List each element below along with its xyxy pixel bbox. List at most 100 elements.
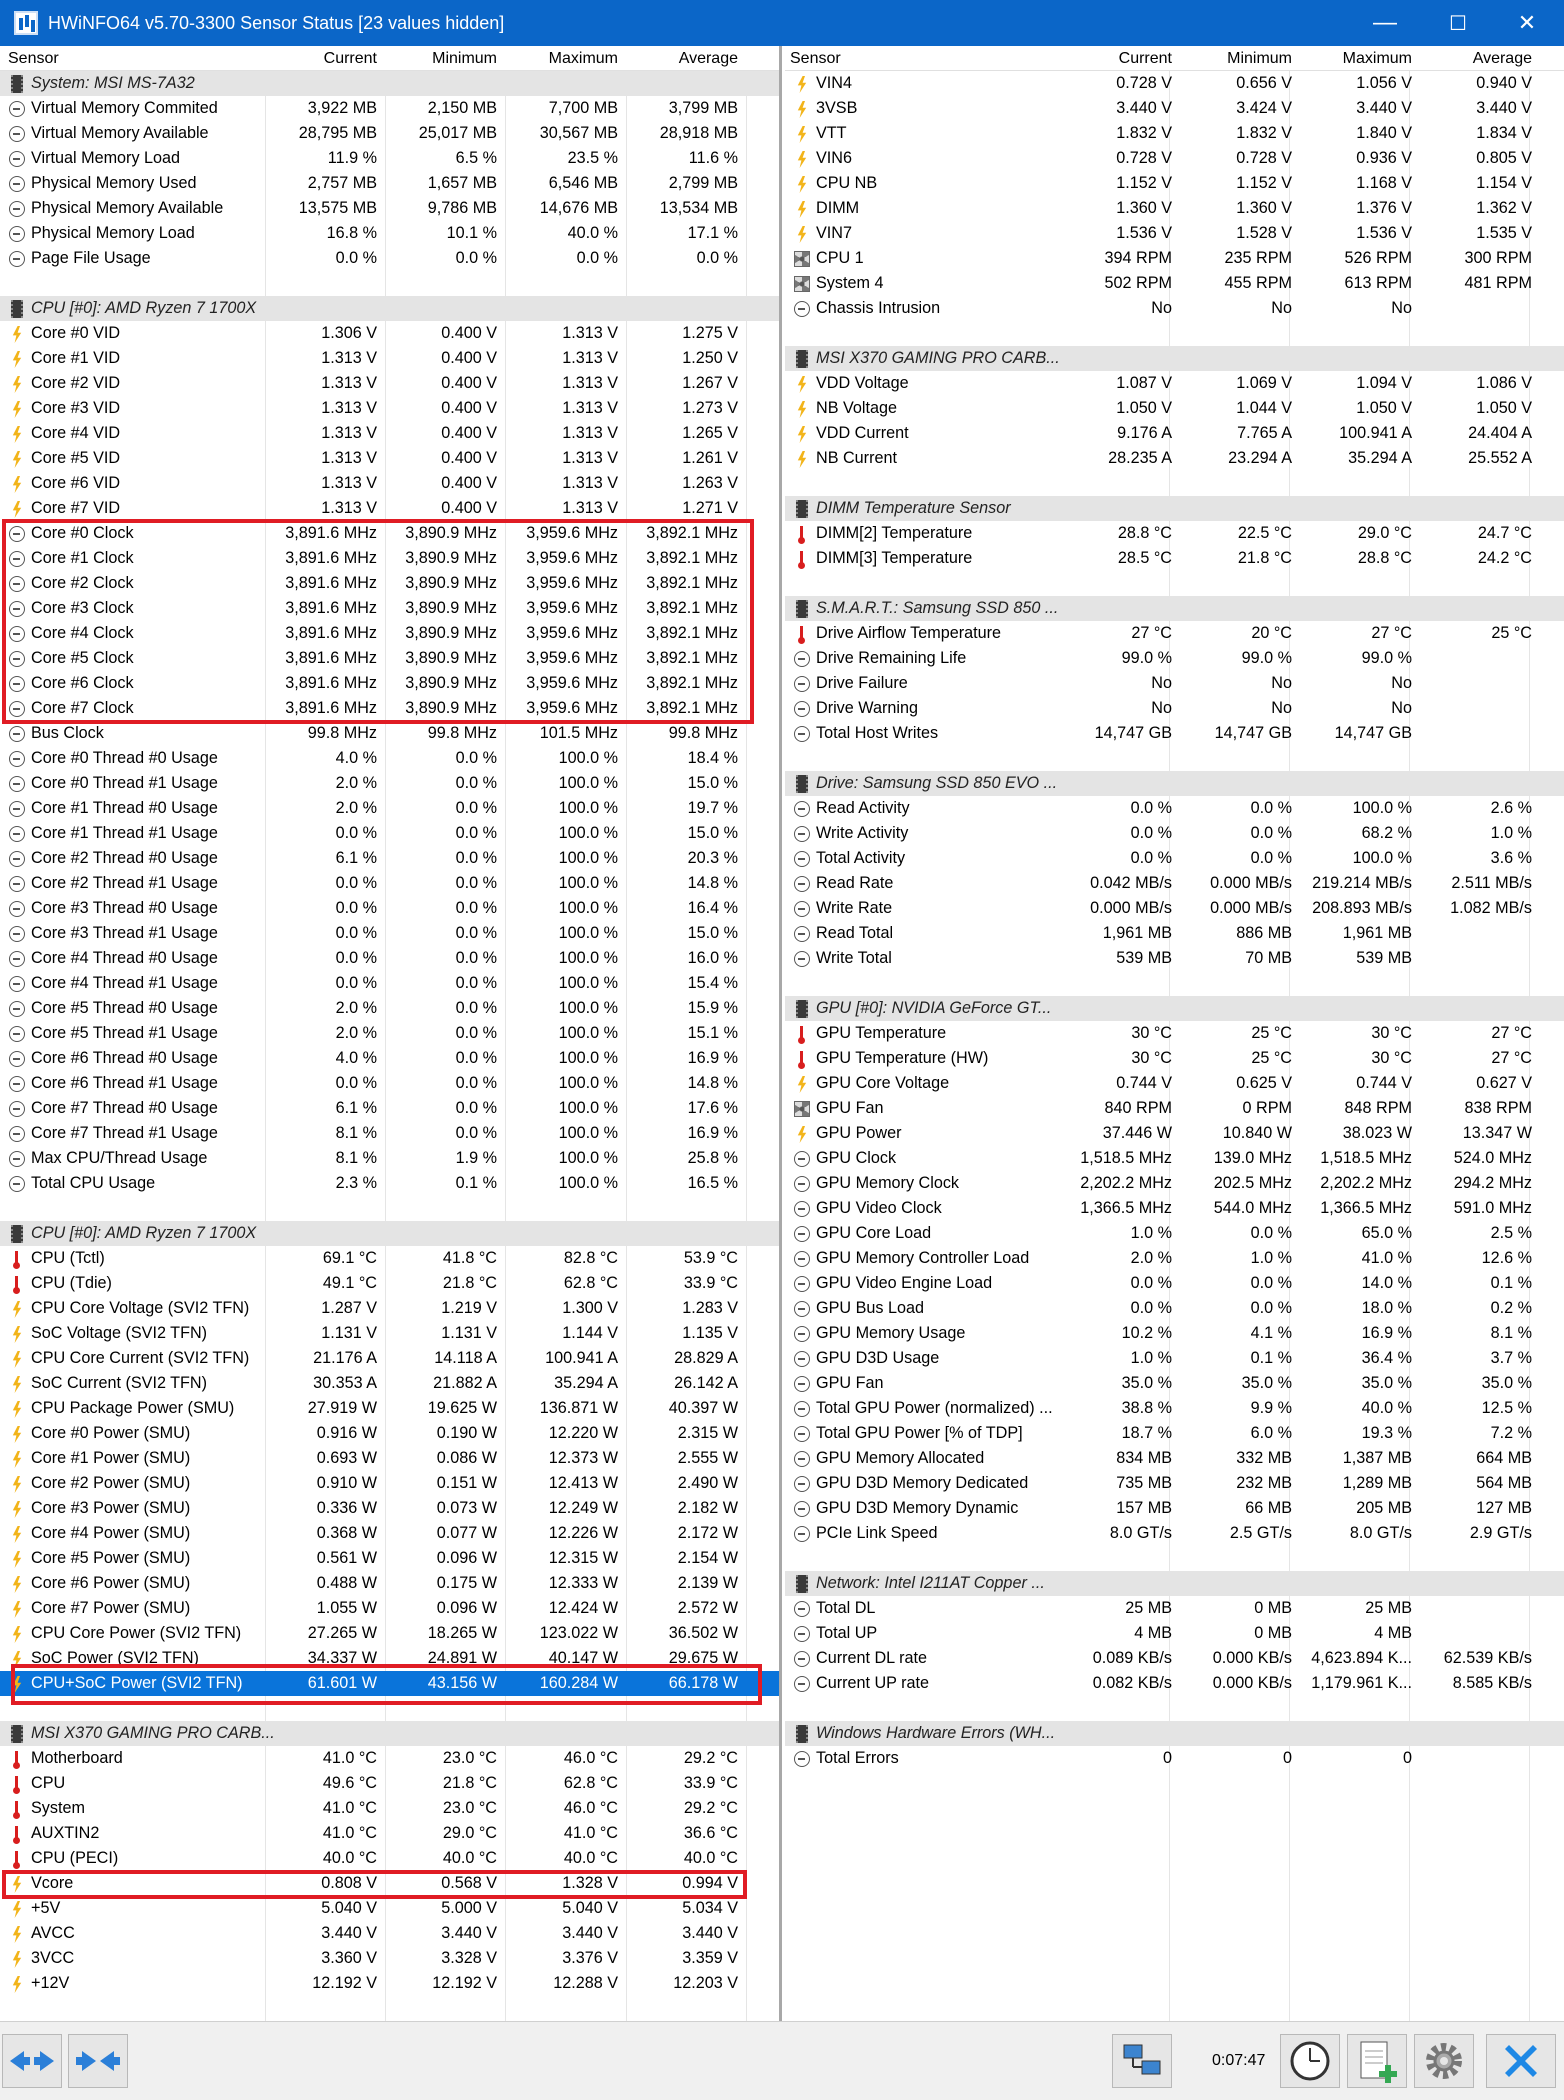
sensor-row[interactable]: Write Activity 0.0 % 0.0 % 68.2 % 1.0 %: [785, 821, 1564, 846]
sensor-row[interactable]: Core #3 VID 1.313 V 0.400 V 1.313 V 1.273 V: [0, 396, 779, 421]
network-button[interactable]: [1112, 2034, 1172, 2088]
sensor-row[interactable]: Total GPU Power [% of TDP] 18.7 % 6.0 % 19.…: [785, 1421, 1564, 1446]
sensor-row[interactable]: Drive Remaining Life 99.0 % 99.0 % 99.0 %: [785, 646, 1564, 671]
sensor-group-header[interactable]: System: MSI MS-7A32: [0, 71, 779, 96]
collapse-arrows-button[interactable]: [2, 2034, 62, 2088]
sensor-group-header[interactable]: CPU [#0]: AMD Ryzen 7 1700X: [0, 296, 779, 321]
sensor-row[interactable]: Core #6 VID 1.313 V 0.400 V 1.313 V 1.263 V: [0, 471, 779, 496]
sensor-row[interactable]: DIMM 1.360 V 1.360 V 1.376 V 1.362 V: [785, 196, 1564, 221]
sensor-group-header[interactable]: Drive: Samsung SSD 850 EVO ...: [785, 771, 1564, 796]
sensor-row[interactable]: PCIe Link Speed 8.0 GT/s 2.5 GT/s 8.0 GT/s 2…: [785, 1521, 1564, 1546]
sensor-row[interactable]: Core #1 Power (SMU) 0.693 W 0.086 W 12.373 …: [0, 1446, 779, 1471]
header-average[interactable]: Average: [1473, 50, 1532, 68]
sensor-row[interactable]: Chassis Intrusion No No No: [785, 296, 1564, 321]
column-header[interactable]: Sensor Current Minimum Maximum Average: [0, 46, 779, 71]
sensor-row[interactable]: VIN6 0.728 V 0.728 V 0.936 V 0.805 V: [785, 146, 1564, 171]
sensor-row[interactable]: GPU Temperature (HW) 30 °C 25 °C 30 °C 27 °C: [785, 1046, 1564, 1071]
close-sensors-button[interactable]: [1486, 2034, 1556, 2088]
column-header[interactable]: Sensor Current Minimum Maximum Average: [785, 46, 1564, 71]
sensor-row[interactable]: Virtual Memory Available 28,795 MB 25,017 …: [0, 121, 779, 146]
sensor-row[interactable]: +12V 12.192 V 12.192 V 12.288 V 12.203 V: [0, 1971, 779, 1996]
sensor-row[interactable]: Core #7 VID 1.313 V 0.400 V 1.313 V 1.271 V: [0, 496, 779, 521]
sensor-row[interactable]: Read Rate 0.042 MB/s 0.000 MB/s 219.214 MB/…: [785, 871, 1564, 896]
sensor-row[interactable]: GPU Memory Controller Load 2.0 % 1.0 % 41.0…: [785, 1246, 1564, 1271]
sensor-row[interactable]: NB Current 28.235 A 23.294 A 35.294 A 25.552…: [785, 446, 1564, 471]
sensor-row[interactable]: Core #2 Thread #1 Usage 0.0 % 0.0 % 100.0 %…: [0, 871, 779, 896]
logging-button[interactable]: [1347, 2034, 1407, 2088]
sensor-row[interactable]: VDD Voltage 1.087 V 1.069 V 1.094 V 1.086 V: [785, 371, 1564, 396]
sensor-group-header[interactable]: GPU [#0]: NVIDIA GeForce GT...: [785, 996, 1564, 1021]
sensor-row[interactable]: 3VSB 3.440 V 3.424 V 3.440 V 3.440 V: [785, 96, 1564, 121]
sensor-row[interactable]: System 41.0 °C 23.0 °C 46.0 °C 29.2 °C: [0, 1796, 779, 1821]
sensor-row[interactable]: Page File Usage 0.0 % 0.0 % 0.0 % 0.0 %: [0, 246, 779, 271]
sensor-row[interactable]: GPU Clock 1,518.5 MHz 139.0 MHz 1,518.5 MHz…: [785, 1146, 1564, 1171]
sensor-row[interactable]: Core #6 Thread #1 Usage 0.0 % 0.0 % 100.0 %…: [0, 1071, 779, 1096]
maximize-button[interactable]: ☐: [1427, 0, 1489, 46]
header-minimum[interactable]: Minimum: [1227, 50, 1292, 68]
sensor-row[interactable]: CPU Core Voltage (SVI2 TFN) 1.287 V 1.219 …: [0, 1296, 779, 1321]
sensor-row[interactable]: Motherboard 41.0 °C 23.0 °C 46.0 °C 29.2 °C: [0, 1746, 779, 1771]
sensor-row[interactable]: Core #2 VID 1.313 V 0.400 V 1.313 V 1.267 V: [0, 371, 779, 396]
sensor-row[interactable]: GPU Core Load 1.0 % 0.0 % 65.0 % 2.5 %: [785, 1221, 1564, 1246]
header-maximum[interactable]: Maximum: [549, 50, 618, 68]
sensor-row[interactable]: Total Errors 0 0 0: [785, 1746, 1564, 1771]
sensor-row[interactable]: Core #0 VID 1.306 V 0.400 V 1.313 V 1.275 V: [0, 321, 779, 346]
sensor-row[interactable]: Write Total 539 MB 70 MB 539 MB: [785, 946, 1564, 971]
sensor-row[interactable]: Core #2 Power (SMU) 0.910 W 0.151 W 12.413 …: [0, 1471, 779, 1496]
left-sensor-panel[interactable]: Sensor Current Minimum Maximum Average S…: [0, 46, 782, 2021]
sensor-row[interactable]: Total UP 4 MB 0 MB 4 MB: [785, 1621, 1564, 1646]
sensor-row[interactable]: Read Activity 0.0 % 0.0 % 100.0 % 2.6 %: [785, 796, 1564, 821]
header-current[interactable]: Current: [1119, 50, 1172, 68]
header-current[interactable]: Current: [324, 50, 377, 68]
sensor-group-header[interactable]: MSI X370 GAMING PRO CARB...: [0, 1721, 779, 1746]
sensor-row[interactable]: Current DL rate 0.089 KB/s 0.000 KB/s 4,623…: [785, 1646, 1564, 1671]
close-button[interactable]: ✕: [1496, 0, 1558, 46]
sensor-row[interactable]: NB Voltage 1.050 V 1.044 V 1.050 V 1.050 V: [785, 396, 1564, 421]
sensor-row[interactable]: Core #0 Thread #0 Usage 4.0 % 0.0 % 100.0 %…: [0, 746, 779, 771]
sensor-row[interactable]: System 4 502 RPM 455 RPM 613 RPM 481 RPM: [785, 271, 1564, 296]
sensor-row[interactable]: DIMM[2] Temperature 28.8 °C 22.5 °C 29.0 °C…: [785, 521, 1564, 546]
sensor-row[interactable]: CPU (PECI) 40.0 °C 40.0 °C 40.0 °C 40.0 °C: [0, 1846, 779, 1871]
sensor-row[interactable]: Core #3 Power (SMU) 0.336 W 0.073 W 12.249 …: [0, 1496, 779, 1521]
sensor-row[interactable]: VIN7 1.536 V 1.528 V 1.536 V 1.535 V: [785, 221, 1564, 246]
header-average[interactable]: Average: [679, 50, 738, 68]
reset-clock-button[interactable]: [1280, 2034, 1340, 2088]
sensor-row[interactable]: GPU Memory Clock 2,202.2 MHz 202.5 MHz 2,20…: [785, 1171, 1564, 1196]
sensor-row[interactable]: Total GPU Power (normalized) ... 38.8 % 9.…: [785, 1396, 1564, 1421]
sensor-row[interactable]: GPU Video Engine Load 0.0 % 0.0 % 14.0 % 0.1…: [785, 1271, 1564, 1296]
sensor-row[interactable]: Core #1 Thread #0 Usage 2.0 % 0.0 % 100.0 %…: [0, 796, 779, 821]
sensor-row[interactable]: CPU Core Power (SVI2 TFN) 27.265 W 18.265 …: [0, 1621, 779, 1646]
minimize-button[interactable]: —: [1354, 0, 1416, 46]
sensor-row[interactable]: Read Total 1,961 MB 886 MB 1,961 MB: [785, 921, 1564, 946]
sensor-row[interactable]: Core #5 VID 1.313 V 0.400 V 1.313 V 1.261 V: [0, 446, 779, 471]
sensor-row[interactable]: Current UP rate 0.082 KB/s 0.000 KB/s 1,179…: [785, 1671, 1564, 1696]
sensor-group-header[interactable]: MSI X370 GAMING PRO CARB...: [785, 346, 1564, 371]
sensor-row[interactable]: Virtual Memory Commited 3,922 MB 2,150 MB 7…: [0, 96, 779, 121]
sensor-row[interactable]: CPU Package Power (SMU) 27.919 W 19.625 W 1…: [0, 1396, 779, 1421]
sensor-group-header[interactable]: DIMM Temperature Sensor: [785, 496, 1564, 521]
sensor-row[interactable]: CPU NB 1.152 V 1.152 V 1.168 V 1.154 V: [785, 171, 1564, 196]
sensor-row[interactable]: Core #4 Thread #1 Usage 0.0 % 0.0 % 100.0 %…: [0, 971, 779, 996]
sensor-row[interactable]: Core #1 VID 1.313 V 0.400 V 1.313 V 1.250 V: [0, 346, 779, 371]
sensor-row[interactable]: GPU D3D Memory Dedicated 735 MB 232 MB 1,28…: [785, 1471, 1564, 1496]
sensor-row[interactable]: Core #0 Power (SMU) 0.916 W 0.190 W 12.220 …: [0, 1421, 779, 1446]
sensor-row[interactable]: Total DL 25 MB 0 MB 25 MB: [785, 1596, 1564, 1621]
sensor-row[interactable]: Write Rate 0.000 MB/s 0.000 MB/s 208.893 MB…: [785, 896, 1564, 921]
sensor-row[interactable]: Core #1 Thread #1 Usage 0.0 % 0.0 % 100.0 %…: [0, 821, 779, 846]
sensor-row[interactable]: 3VCC 3.360 V 3.328 V 3.376 V 3.359 V: [0, 1946, 779, 1971]
sensor-row[interactable]: GPU Temperature 30 °C 25 °C 30 °C 27 °C: [785, 1021, 1564, 1046]
right-sensor-panel[interactable]: Sensor Current Minimum Maximum Average V…: [785, 46, 1564, 2021]
settings-button[interactable]: [1414, 2034, 1474, 2088]
sensor-row[interactable]: DIMM[3] Temperature 28.5 °C 21.8 °C 28.8 °C…: [785, 546, 1564, 571]
sensor-group-header[interactable]: S.M.A.R.T.: Samsung SSD 850 ...: [785, 596, 1564, 621]
sensor-row[interactable]: GPU Power 37.446 W 10.840 W 38.023 W 13.347 …: [785, 1121, 1564, 1146]
sensor-row[interactable]: Core #3 Thread #1 Usage 0.0 % 0.0 % 100.0 %…: [0, 921, 779, 946]
sensor-row[interactable]: Physical Memory Load 16.8 % 10.1 % 40.0 % 17…: [0, 221, 779, 246]
sensor-row[interactable]: Core #5 Thread #1 Usage 2.0 % 0.0 % 100.0 %…: [0, 1021, 779, 1046]
sensor-row[interactable]: Max CPU/Thread Usage 8.1 % 1.9 % 100.0 % 25.…: [0, 1146, 779, 1171]
sensor-row[interactable]: Physical Memory Used 2,757 MB 1,657 MB 6,54…: [0, 171, 779, 196]
header-sensor[interactable]: Sensor: [790, 50, 841, 68]
sensor-row[interactable]: SoC Current (SVI2 TFN) 30.353 A 21.882 A 35…: [0, 1371, 779, 1396]
sensor-row[interactable]: VIN4 0.728 V 0.656 V 1.056 V 0.940 V: [785, 71, 1564, 96]
sensor-row[interactable]: CPU Core Current (SVI2 TFN) 21.176 A 14.11…: [0, 1346, 779, 1371]
